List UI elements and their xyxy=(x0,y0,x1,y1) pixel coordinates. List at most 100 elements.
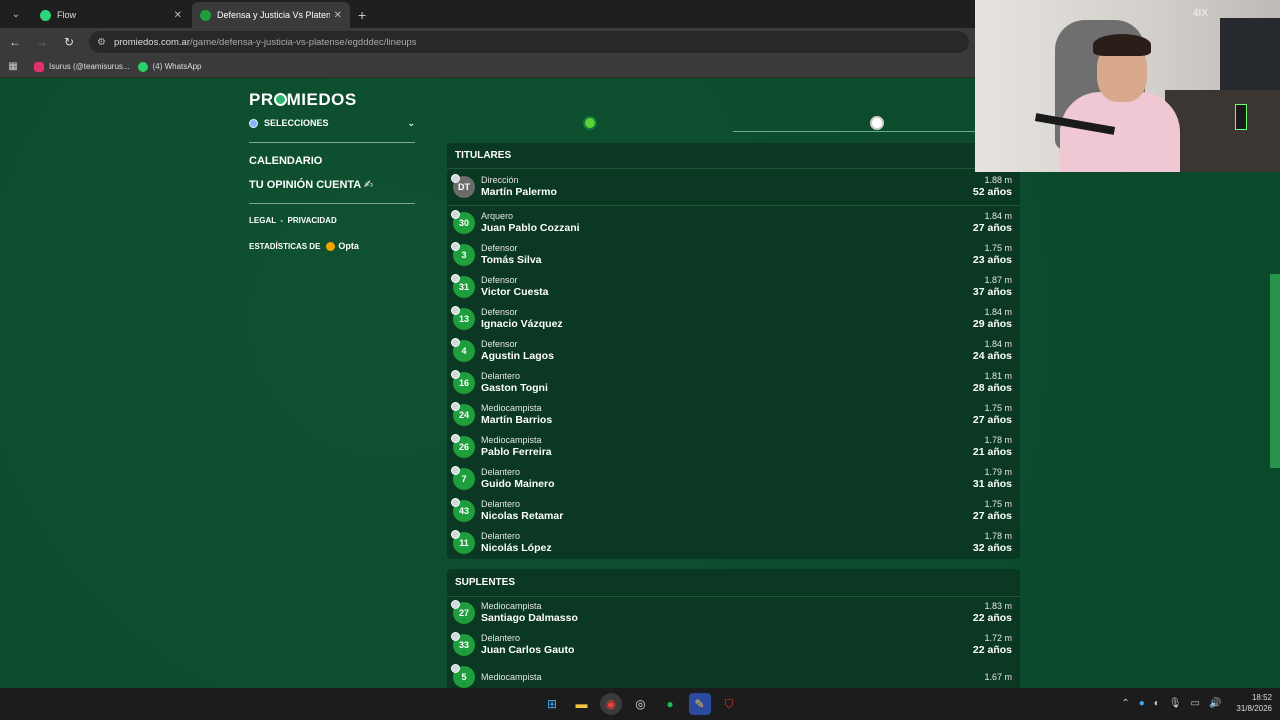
player-number-badge: 13 xyxy=(451,306,475,330)
antivirus-icon[interactable]: ⛉ xyxy=(718,693,740,715)
player-row[interactable]: 3 Defensor Tomás Silva 1.75 m 23 años xyxy=(447,239,1020,271)
number-text: 27 xyxy=(458,608,469,618)
flag-icon xyxy=(451,210,460,219)
player-stats: 1.87 m 37 años xyxy=(973,275,1012,299)
player-stats: 1.75 m 27 años xyxy=(973,403,1012,427)
app-icon[interactable]: ✎ xyxy=(688,693,711,715)
site-settings-icon[interactable]: ⚙ xyxy=(97,37,106,48)
close-tab-icon[interactable]: ✕ xyxy=(174,10,182,21)
player-number-badge: 43 xyxy=(451,498,475,522)
player-row[interactable]: 4 Defensor Agustin Lagos 1.84 m 24 años xyxy=(447,335,1020,367)
number-text: 7 xyxy=(461,474,467,484)
menu-tu-opinion[interactable]: TU OPINIÓN CUENTA ✍ xyxy=(249,178,415,191)
legal-link[interactable]: LEGAL xyxy=(249,216,276,225)
coach-row[interactable]: DT Dirección Martín Palermo 1.88 m 52 añ… xyxy=(447,169,1020,206)
player-position: Arquero xyxy=(481,211,514,221)
player-row[interactable]: 24 Mediocampista Martín Barrios 1.75 m 27 añ… xyxy=(447,399,1020,431)
player-name: Nicolás López xyxy=(481,542,552,554)
webcam-person-hair xyxy=(1093,34,1151,56)
flag-icon xyxy=(451,466,460,475)
network-icon[interactable]: ▭ xyxy=(1191,698,1200,709)
windows-start-icon[interactable]: ⊞ xyxy=(541,693,563,715)
flag-icon xyxy=(451,306,460,315)
player-row[interactable]: 31 Defensor Victor Cuesta 1.87 m 37 años xyxy=(447,271,1020,303)
player-row[interactable]: 13 Defensor Ignacio Vázquez 1.84 m 29 años xyxy=(447,303,1020,335)
flag-icon xyxy=(451,600,460,609)
player-name: Tomás Silva xyxy=(481,254,542,266)
player-info: Delantero Juan Carlos Gauto xyxy=(481,633,973,657)
menu-calendario[interactable]: CALENDARIO xyxy=(249,155,415,167)
player-name: Martín Barrios xyxy=(481,414,553,426)
page-scrollbar-thumb[interactable] xyxy=(1270,274,1280,468)
player-position: Delantero xyxy=(481,371,521,381)
player-row[interactable]: 33 Delantero Juan Carlos Gauto 1.72 m 22 año… xyxy=(447,629,1020,661)
chevron-down-icon[interactable]: ⌄ xyxy=(407,118,415,129)
spotify-icon[interactable]: ● xyxy=(659,693,681,715)
promiedos-logo[interactable]: PR MIEDOS xyxy=(249,90,415,110)
number-text: 5 xyxy=(461,672,467,682)
close-tab-icon[interactable]: ✕ xyxy=(334,10,342,21)
chrome-icon[interactable]: ◉ xyxy=(600,693,622,715)
player-info: Defensor Victor Cuesta xyxy=(481,275,973,299)
player-row[interactable]: 5 Mediocampista 1.67 m xyxy=(447,661,1020,688)
flag-icon xyxy=(451,370,460,379)
player-row[interactable]: 43 Delantero Nicolas Retamar 1.75 m 27 años xyxy=(447,495,1020,527)
player-name: Martín Palermo xyxy=(481,186,557,198)
player-stats: 1.84 m 29 años xyxy=(973,307,1012,331)
browser-tab-promiedos[interactable]: Defensa y Justicia Vs Platense - ✕ xyxy=(192,2,350,28)
whatsapp-icon xyxy=(137,61,148,72)
clock[interactable]: 18:52 31/8/2026 xyxy=(1236,692,1272,714)
player-height: 1.88 m xyxy=(984,175,1012,185)
player-info: Defensor Agustin Lagos xyxy=(481,339,973,363)
player-position: Delantero xyxy=(481,531,521,541)
player-height: 1.84 m xyxy=(984,339,1012,349)
app-tray-icon[interactable]: ● xyxy=(1139,698,1145,709)
team-tab-platense-crest-icon[interactable] xyxy=(870,116,884,130)
opta-logo[interactable]: Opta xyxy=(326,241,359,251)
player-height: 1.78 m xyxy=(984,435,1012,445)
player-number-badge: 26 xyxy=(451,434,475,458)
selecciones-dropdown[interactable]: SELECCIONES ⌄ xyxy=(249,116,415,130)
player-info: Mediocampista xyxy=(481,672,984,683)
webcam-badge: 4IX xyxy=(1193,8,1209,19)
player-height: 1.75 m xyxy=(984,403,1012,413)
number-text: 33 xyxy=(458,640,469,650)
player-row[interactable]: 27 Mediocampista Santiago Dalmasso 1.83 m 22… xyxy=(447,597,1020,629)
stats-credit: ESTADÍSTICAS DE Opta xyxy=(249,241,415,251)
player-stats: 1.67 m xyxy=(984,672,1012,683)
volume-icon[interactable]: 🔊 xyxy=(1209,698,1221,709)
bookmark-whatsapp[interactable]: (4) WhatsApp xyxy=(137,61,202,72)
taskbar-apps: ⊞ ▬ ◉ ◎ ● ✎ ⛉ xyxy=(541,693,748,715)
url-input[interactable]: ⚙ promiedos.com.ar/game/defensa-y-justic… xyxy=(89,31,969,53)
microphone-icon[interactable]: 🎙 xyxy=(1169,698,1182,709)
back-arrow-icon[interactable]: ← xyxy=(3,35,27,49)
steam-icon[interactable]: ◐ xyxy=(1154,698,1160,709)
player-row[interactable]: 26 Mediocampista Pablo Ferreira 1.78 m 21 añ… xyxy=(447,431,1020,463)
player-info: Defensor Tomás Silva xyxy=(481,243,973,267)
player-height: 1.72 m xyxy=(984,633,1012,643)
new-tab-plus-icon[interactable]: + xyxy=(352,7,372,28)
flag-icon xyxy=(451,530,460,539)
player-position: Mediocampista xyxy=(481,671,542,682)
flag-icon xyxy=(451,402,460,411)
player-info: Arquero Juan Pablo Cozzani xyxy=(481,211,973,235)
player-row[interactable]: 11 Delantero Nicolás López 1.78 m 32 años xyxy=(447,527,1020,559)
apps-grid-icon[interactable]: ▦ xyxy=(0,61,26,72)
player-stats: 1.84 m 24 años xyxy=(973,339,1012,363)
player-age: 52 años xyxy=(972,186,1012,198)
privacidad-link[interactable]: PRIVACIDAD xyxy=(288,216,337,225)
forward-arrow-icon[interactable]: → xyxy=(30,35,54,49)
file-explorer-icon[interactable]: ▬ xyxy=(571,693,593,715)
player-row[interactable]: 7 Delantero Guido Mainero 1.79 m 31 años xyxy=(447,463,1020,495)
player-row[interactable]: 30 Arquero Juan Pablo Cozzani 1.84 m 27 años xyxy=(447,207,1020,239)
browser-tab-flow[interactable]: Flow ✕ xyxy=(32,2,190,28)
player-row[interactable]: 16 Delantero Gaston Togni 1.81 m 28 años xyxy=(447,367,1020,399)
player-age: 27 años xyxy=(972,222,1012,234)
chevron-up-icon[interactable]: ⌃ xyxy=(1121,698,1129,709)
bookmark-instagram[interactable]: Isurus (@teamisurus... xyxy=(34,61,130,72)
reload-icon[interactable]: ↻ xyxy=(57,35,81,49)
tab-search-chevron-icon[interactable]: ⌄ xyxy=(4,2,28,26)
clock-date: 31/8/2026 xyxy=(1236,704,1272,713)
obs-icon[interactable]: ◎ xyxy=(630,693,652,715)
team-tab-defensa-crest-icon[interactable] xyxy=(583,116,597,130)
